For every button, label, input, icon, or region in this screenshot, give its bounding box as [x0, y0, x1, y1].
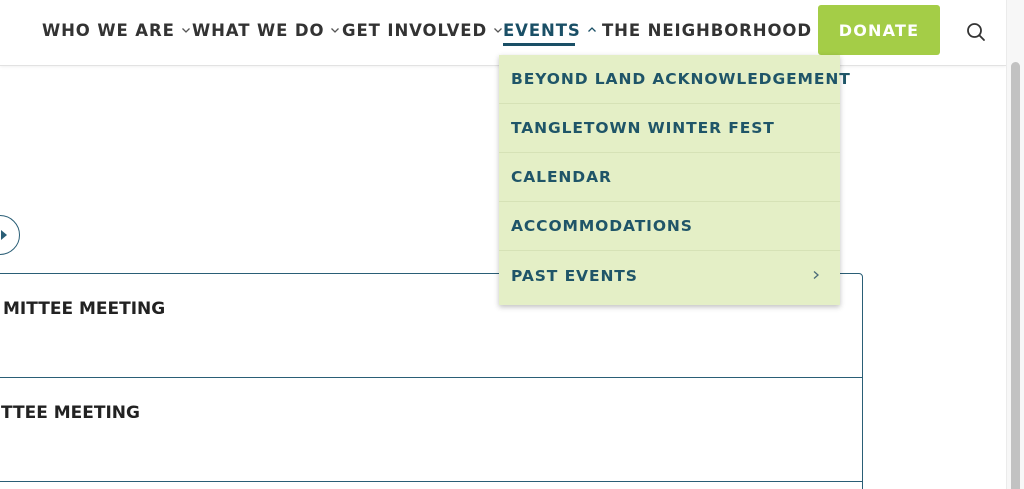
chevron-down-icon: [330, 25, 340, 35]
nav-item-label: GET INVOLVED: [342, 20, 488, 40]
dropdown-item-tangletown-winter-fest[interactable]: TANGLETOWN WINTER FEST: [499, 104, 840, 153]
nav-item-label: WHO WE ARE: [42, 20, 175, 40]
scrollbar-thumb[interactable]: [1011, 62, 1020, 489]
dropdown-item-past-events[interactable]: PAST EVENTS: [499, 251, 840, 300]
nav-item-events[interactable]: EVENTS: [503, 19, 597, 46]
dropdown-item-label: ACCOMMODATIONS: [511, 217, 693, 235]
play-arrow-icon: [1, 230, 7, 240]
chevron-up-icon: [587, 25, 597, 35]
nav-item-label: THE NEIGHBORHOOD: [602, 20, 812, 40]
next-arrow-button[interactable]: [0, 215, 20, 255]
nav-item-label: EVENTS: [503, 20, 581, 40]
dropdown-item-label: BEYOND LAND ACKNOWLEDGEMENT: [511, 70, 851, 88]
event-title: MITTEE MEETING: [3, 299, 166, 319]
nav-item-the-neighborhood[interactable]: THE NEIGHBORHOOD: [602, 19, 828, 41]
events-list: MITTEE MEETING TTEE MEETING: [0, 273, 863, 489]
nav-item-who-we-are[interactable]: WHO WE ARE: [42, 19, 191, 41]
dropdown-item-calendar[interactable]: CALENDAR: [499, 153, 840, 202]
active-underline: [503, 43, 575, 46]
search-icon[interactable]: [964, 20, 988, 44]
dropdown-item-label: PAST EVENTS: [511, 266, 638, 285]
dropdown-item-label: CALENDAR: [511, 168, 612, 186]
chevron-down-icon: [181, 25, 191, 35]
events-dropdown-menu: BEYOND LAND ACKNOWLEDGEMENT TANGLETOWN W…: [499, 55, 850, 305]
event-title: TTEE MEETING: [1, 403, 140, 423]
nav-item-what-we-do[interactable]: WHAT WE DO: [192, 19, 340, 41]
nav-item-get-involved[interactable]: GET INVOLVED: [342, 19, 503, 41]
dropdown-item-beyond-land-acknowledgement[interactable]: BEYOND LAND ACKNOWLEDGEMENT: [499, 55, 850, 104]
chevron-down-icon: [493, 25, 503, 35]
donate-button[interactable]: DONATE: [818, 5, 940, 55]
chevron-right-icon: [813, 271, 819, 279]
dropdown-item-accommodations[interactable]: ACCOMMODATIONS: [499, 202, 840, 251]
nav-item-label: WHAT WE DO: [192, 20, 325, 40]
table-row[interactable]: TTEE MEETING: [0, 378, 862, 482]
dropdown-item-label: TANGLETOWN WINTER FEST: [511, 119, 775, 137]
